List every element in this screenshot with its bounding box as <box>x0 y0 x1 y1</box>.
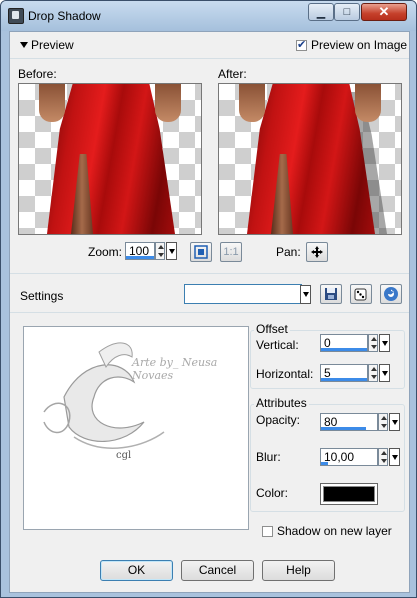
offset-group-title: Offset <box>254 322 290 336</box>
zoom-dropdown-button[interactable] <box>166 242 177 260</box>
before-preview-image[interactable] <box>18 83 202 235</box>
before-label: Before: <box>18 67 57 81</box>
horizontal-slider-bar[interactable] <box>321 378 367 381</box>
opacity-input[interactable]: 80 <box>320 413 378 431</box>
zoom-label: Zoom: <box>88 245 123 259</box>
blur-slider-bar[interactable] <box>321 462 328 465</box>
opacity-slider-bar[interactable] <box>321 427 366 430</box>
preview-header-label: Preview <box>31 38 74 52</box>
blur-dropdown-button[interactable] <box>389 448 400 466</box>
minimize-button[interactable]: ▁ <box>308 3 334 21</box>
horizontal-dropdown-button[interactable] <box>379 364 390 382</box>
vertical-dropdown-button[interactable] <box>379 334 390 352</box>
divider <box>10 58 409 59</box>
dice-icon <box>354 288 367 301</box>
move-arrows-icon <box>311 246 323 258</box>
opacity-stepper[interactable] <box>378 413 388 431</box>
blur-label: Blur: <box>256 450 281 464</box>
opacity-dropdown-button[interactable] <box>389 413 400 431</box>
settings-label: Settings <box>20 289 64 303</box>
preset-select[interactable] <box>184 284 302 304</box>
divider <box>10 273 409 274</box>
horizontal-input[interactable]: 5 <box>320 364 368 382</box>
divider <box>10 312 409 313</box>
save-preset-button[interactable] <box>320 284 342 304</box>
left-hand <box>39 84 65 122</box>
blur-input[interactable]: 10,00 <box>320 448 378 466</box>
randomize-button[interactable] <box>350 284 372 304</box>
left-hand <box>239 84 265 122</box>
after-preview-image[interactable] <box>218 83 402 235</box>
opacity-label: Opacity: <box>256 413 301 427</box>
cancel-button[interactable]: Cancel <box>181 560 254 581</box>
preview-on-image-label: Preview on Image <box>311 38 408 52</box>
vertical-input[interactable]: 0 <box>320 334 368 352</box>
shadow-color-swatch[interactable] <box>320 483 378 505</box>
shadow-new-layer-label: Shadow on new layer <box>277 524 392 538</box>
checkbox-checked-icon <box>296 38 307 51</box>
preset-dropdown-button[interactable] <box>300 285 311 304</box>
right-hand <box>155 84 181 122</box>
shadow-new-layer-checkbox[interactable]: Shadow on new layer <box>262 524 392 538</box>
reset-icon <box>384 287 398 301</box>
maximize-button[interactable]: □ <box>334 3 360 21</box>
vertical-slider-bar[interactable] <box>321 348 367 351</box>
watermark-text: Arte by_ Neusa Novaes <box>132 356 218 382</box>
blur-value: 10,00 <box>324 450 355 464</box>
title-bar[interactable]: Drop Shadow ▁ □ ✕ <box>1 1 416 31</box>
checkbox-unchecked-icon <box>262 526 273 537</box>
zoom-stepper[interactable] <box>155 242 165 260</box>
zoom-fit-button[interactable] <box>190 242 212 262</box>
blur-stepper[interactable] <box>378 448 388 466</box>
drop-shadow-dialog: Drop Shadow ▁ □ ✕ Preview Preview on Ima… <box>0 0 417 598</box>
horizontal-label: Horizontal: <box>256 367 314 381</box>
horizontal-stepper[interactable] <box>368 364 378 382</box>
app-icon <box>8 8 24 24</box>
dialog-client-area: Preview Preview on Image Before: After: … <box>9 31 410 593</box>
preview-collapse-toggle[interactable]: Preview <box>20 38 74 52</box>
help-button[interactable]: Help <box>262 560 335 581</box>
zoom-1to1-button[interactable]: 1:1 <box>220 242 242 262</box>
signature-text: cgl <box>116 450 132 461</box>
color-label: Color: <box>256 486 289 500</box>
after-label: After: <box>218 67 247 81</box>
floppy-disk-icon <box>325 288 337 300</box>
vertical-label: Vertical: <box>256 338 299 352</box>
window-title: Drop Shadow <box>28 9 101 23</box>
reset-button[interactable] <box>380 284 402 304</box>
chevron-down-icon <box>20 42 28 48</box>
sample-preview: Arte by_ Neusa Novaes cgl <box>23 326 249 530</box>
attributes-group-title: Attributes <box>254 396 309 410</box>
ok-button[interactable]: OK <box>100 560 173 581</box>
zoom-input[interactable]: 100 <box>125 242 155 260</box>
preview-on-image-checkbox[interactable]: Preview on Image <box>296 38 407 52</box>
pan-label: Pan: <box>276 245 301 259</box>
color-swatch-fill <box>323 486 375 502</box>
pan-button[interactable] <box>306 242 328 262</box>
vertical-stepper[interactable] <box>368 334 378 352</box>
close-button[interactable]: ✕ <box>361 3 407 21</box>
zoom-level-bar <box>126 256 154 259</box>
zoom-fit-icon <box>194 245 208 259</box>
right-hand <box>355 84 381 122</box>
